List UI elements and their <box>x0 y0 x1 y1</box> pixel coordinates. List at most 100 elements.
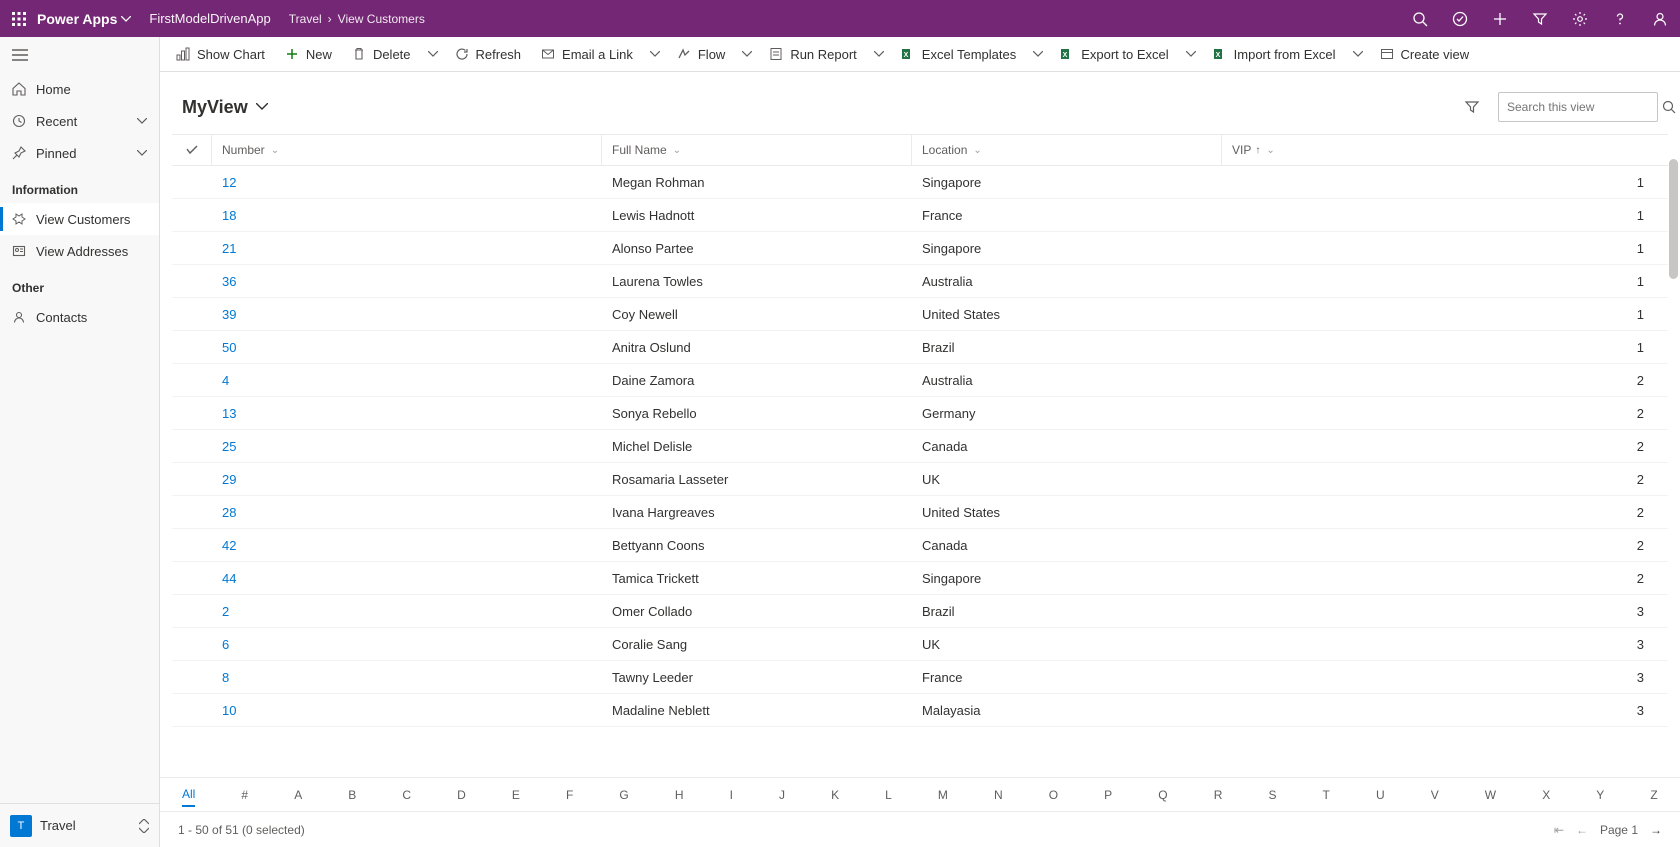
table-row[interactable]: 10Madaline NeblettMalayasia3 <box>172 694 1668 727</box>
prev-page-button[interactable]: ← <box>1576 823 1588 837</box>
record-link[interactable]: 6 <box>222 637 229 652</box>
first-page-button[interactable]: ⇤ <box>1554 823 1564 837</box>
cmd-new[interactable]: New <box>275 37 342 72</box>
alpha-filter-j[interactable]: J <box>779 784 785 806</box>
filter-icon[interactable] <box>1464 99 1480 115</box>
nav-contacts[interactable]: Contacts <box>0 301 159 333</box>
nav-home[interactable]: Home <box>0 73 159 105</box>
search-icon[interactable] <box>1400 0 1440 37</box>
alpha-filter-q[interactable]: Q <box>1158 784 1167 806</box>
filter-icon[interactable] <box>1520 0 1560 37</box>
cmd-email-split[interactable] <box>643 37 667 72</box>
alpha-filter-f[interactable]: F <box>566 784 573 806</box>
record-link[interactable]: 39 <box>222 307 236 322</box>
area-picker[interactable]: T Travel <box>0 803 159 847</box>
table-row[interactable]: 13Sonya RebelloGermany2 <box>172 397 1668 430</box>
cmd-import-excel[interactable]: XImport from Excel <box>1203 37 1346 72</box>
scrollbar[interactable] <box>1666 157 1680 777</box>
nav-view-customers[interactable]: View Customers <box>0 203 159 235</box>
alpha-filter-c[interactable]: C <box>402 784 411 806</box>
cmd-templates-split[interactable] <box>1026 37 1050 72</box>
cmd-show-chart[interactable]: Show Chart <box>166 37 275 72</box>
nav-view-addresses[interactable]: View Addresses <box>0 235 159 267</box>
alpha-filter-p[interactable]: P <box>1104 784 1112 806</box>
record-link[interactable]: 18 <box>222 208 236 223</box>
alpha-filter-t[interactable]: T <box>1323 784 1330 806</box>
alpha-filter-n[interactable]: N <box>994 784 1003 806</box>
alpha-filter-d[interactable]: D <box>457 784 466 806</box>
alpha-filter-w[interactable]: W <box>1485 784 1496 806</box>
table-row[interactable]: 42Bettyann CoonsCanada2 <box>172 529 1668 562</box>
app-name-label[interactable]: FirstModelDrivenApp <box>149 11 270 26</box>
table-row[interactable]: 6Coralie SangUK3 <box>172 628 1668 661</box>
help-icon[interactable] <box>1600 0 1640 37</box>
cmd-refresh[interactable]: Refresh <box>445 37 532 72</box>
add-icon[interactable] <box>1480 0 1520 37</box>
table-row[interactable]: 29Rosamaria LasseterUK2 <box>172 463 1668 496</box>
alpha-filter-y[interactable]: Y <box>1596 784 1604 806</box>
breadcrumb-item[interactable]: Travel <box>289 12 322 26</box>
next-page-button[interactable]: → <box>1650 823 1662 837</box>
alpha-filter-r[interactable]: R <box>1214 784 1223 806</box>
column-header-number[interactable]: Number⌄ <box>212 135 602 165</box>
grid-body[interactable]: 12Megan RohmanSingapore118Lewis HadnottF… <box>172 166 1668 777</box>
table-row[interactable]: 12Megan RohmanSingapore1 <box>172 166 1668 199</box>
table-row[interactable]: 50Anitra OslundBrazil1 <box>172 331 1668 364</box>
select-all-checkbox[interactable] <box>172 135 212 165</box>
table-row[interactable]: 8Tawny LeederFrance3 <box>172 661 1668 694</box>
record-link[interactable]: 25 <box>222 439 236 454</box>
table-row[interactable]: 44Tamica TrickettSingapore2 <box>172 562 1668 595</box>
cmd-delete[interactable]: Delete <box>342 37 421 72</box>
record-link[interactable]: 42 <box>222 538 236 553</box>
alpha-filter-a[interactable]: A <box>294 784 302 806</box>
cmd-export-split[interactable] <box>1179 37 1203 72</box>
cmd-report-split[interactable] <box>867 37 891 72</box>
alpha-filter-s[interactable]: S <box>1268 784 1276 806</box>
column-header-vip[interactable]: VIP↑⌄ <box>1222 135 1668 165</box>
nav-recent[interactable]: Recent <box>0 105 159 137</box>
alpha-filter-g[interactable]: G <box>619 784 628 806</box>
record-link[interactable]: 36 <box>222 274 236 289</box>
alpha-filter-l[interactable]: L <box>885 784 892 806</box>
cmd-email-link[interactable]: Email a Link <box>531 37 643 72</box>
alpha-filter-i[interactable]: I <box>730 784 733 806</box>
alpha-filter-b[interactable]: B <box>348 784 356 806</box>
record-link[interactable]: 44 <box>222 571 236 586</box>
record-link[interactable]: 50 <box>222 340 236 355</box>
search-box[interactable] <box>1498 92 1658 122</box>
nav-pinned[interactable]: Pinned <box>0 137 159 169</box>
cmd-flow-split[interactable] <box>735 37 759 72</box>
table-row[interactable]: 39Coy NewellUnited States1 <box>172 298 1668 331</box>
alpha-filter-v[interactable]: V <box>1431 784 1439 806</box>
cmd-create-view[interactable]: Create view <box>1370 37 1480 72</box>
alpha-filter-m[interactable]: M <box>938 784 948 806</box>
search-input[interactable] <box>1507 100 1662 114</box>
record-link[interactable]: 29 <box>222 472 236 487</box>
table-row[interactable]: 2Omer ColladoBrazil3 <box>172 595 1668 628</box>
view-selector[interactable]: MyView <box>182 97 268 118</box>
brand-chevron-icon[interactable] <box>121 16 131 22</box>
table-row[interactable]: 21Alonso ParteeSingapore1 <box>172 232 1668 265</box>
column-header-fullname[interactable]: Full Name⌄ <box>602 135 912 165</box>
record-link[interactable]: 12 <box>222 175 236 190</box>
cmd-run-report[interactable]: Run Report <box>759 37 866 72</box>
table-row[interactable]: 28Ivana HargreavesUnited States2 <box>172 496 1668 529</box>
task-icon[interactable] <box>1440 0 1480 37</box>
alpha-filter-#[interactable]: # <box>241 784 248 806</box>
alpha-filter-all[interactable]: All <box>182 783 195 807</box>
alpha-filter-e[interactable]: E <box>512 784 520 806</box>
cmd-flow[interactable]: Flow <box>667 37 735 72</box>
table-row[interactable]: 18Lewis HadnottFrance1 <box>172 199 1668 232</box>
cmd-delete-split[interactable] <box>421 37 445 72</box>
alpha-filter-z[interactable]: Z <box>1650 784 1657 806</box>
record-link[interactable]: 13 <box>222 406 236 421</box>
scrollbar-thumb[interactable] <box>1669 159 1678 279</box>
alpha-filter-x[interactable]: X <box>1542 784 1550 806</box>
search-icon[interactable] <box>1662 100 1676 114</box>
alpha-filter-o[interactable]: O <box>1049 784 1058 806</box>
table-row[interactable]: 36Laurena TowlesAustralia1 <box>172 265 1668 298</box>
table-row[interactable]: 4Daine ZamoraAustralia2 <box>172 364 1668 397</box>
record-link[interactable]: 4 <box>222 373 229 388</box>
settings-icon[interactable] <box>1560 0 1600 37</box>
breadcrumb-item[interactable]: View Customers <box>338 12 425 26</box>
